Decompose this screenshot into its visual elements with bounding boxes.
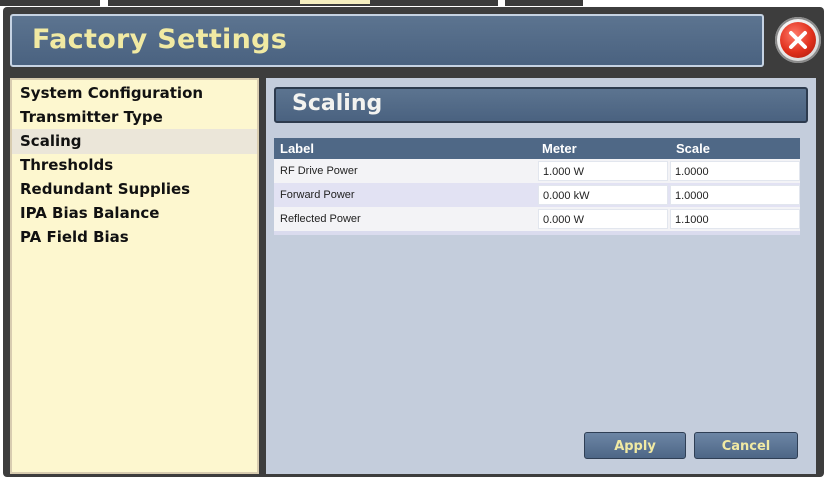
section-header: Scaling: [274, 87, 808, 123]
row-label: Forward Power: [280, 189, 355, 201]
scale-input[interactable]: 1.0000: [670, 161, 800, 181]
table-row: Forward Power 0.000 kW 1.0000: [274, 183, 800, 207]
sidebar-item-system-configuration[interactable]: System Configuration: [12, 81, 257, 106]
clipped-caption: [0, 0, 827, 6]
sidebar-item-scaling[interactable]: Scaling: [12, 129, 257, 154]
main-panel: Scaling Label Meter Scale RF Drive Power…: [266, 78, 816, 474]
close-button[interactable]: [775, 17, 821, 63]
meter-value: 0.000 kW: [538, 185, 668, 205]
window-title: Factory Settings: [32, 24, 288, 55]
apply-button[interactable]: Apply: [584, 432, 686, 459]
table-header: Label Meter Scale: [274, 138, 800, 159]
sidebar-item-redundant-supplies[interactable]: Redundant Supplies: [12, 177, 257, 202]
column-header-meter: Meter: [542, 141, 577, 156]
table-row: Reflected Power 0.000 W 1.1000: [274, 207, 800, 231]
cancel-button[interactable]: Cancel: [694, 432, 798, 459]
scaling-table: Label Meter Scale RF Drive Power 1.000 W…: [274, 138, 800, 235]
window-header: Factory Settings: [10, 14, 764, 67]
close-icon: [780, 22, 816, 58]
meter-value: 0.000 W: [538, 209, 668, 229]
column-header-label: Label: [280, 141, 314, 156]
scale-input[interactable]: 1.1000: [670, 209, 800, 229]
sidebar: System Configuration Transmitter Type Sc…: [10, 78, 259, 474]
sidebar-item-thresholds[interactable]: Thresholds: [12, 153, 257, 178]
column-header-scale: Scale: [676, 141, 710, 156]
row-label: RF Drive Power: [280, 165, 358, 177]
sidebar-item-transmitter-type[interactable]: Transmitter Type: [12, 105, 257, 130]
section-title: Scaling: [292, 91, 383, 116]
scale-input[interactable]: 1.0000: [670, 185, 800, 205]
row-label: Reflected Power: [280, 213, 361, 225]
table-footer: [274, 231, 800, 235]
sidebar-item-pa-field-bias[interactable]: PA Field Bias: [12, 225, 257, 250]
table-row: RF Drive Power 1.000 W 1.0000: [274, 159, 800, 183]
sidebar-item-ipa-bias-balance[interactable]: IPA Bias Balance: [12, 201, 257, 226]
meter-value: 1.000 W: [538, 161, 668, 181]
